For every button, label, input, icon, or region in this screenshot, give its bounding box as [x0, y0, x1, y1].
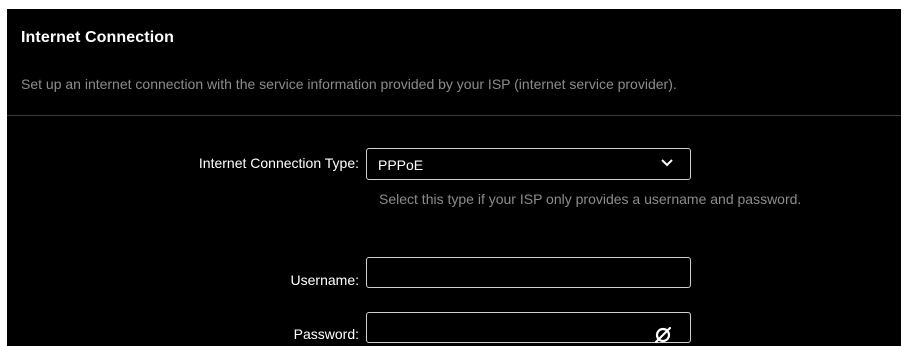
connection-type-label: Internet Connection Type:	[198, 155, 359, 171]
eye-slash-icon[interactable]	[653, 325, 673, 345]
connection-type-help: Select this type if your ISP only provid…	[379, 191, 802, 207]
username-input[interactable]	[366, 257, 691, 288]
password-input[interactable]	[366, 312, 691, 343]
username-label: Username:	[290, 272, 359, 288]
internet-connection-panel: Internet Connection Set up an internet c…	[7, 9, 901, 346]
section-title: Internet Connection	[21, 29, 175, 46]
chevron-down-icon	[661, 159, 673, 167]
connection-type-value: PPPoE	[378, 157, 424, 173]
divider	[7, 115, 901, 116]
password-label: Password:	[293, 326, 359, 342]
section-description: Set up an internet connection with the s…	[21, 76, 677, 92]
connection-type-select[interactable]: PPPoE	[366, 148, 691, 180]
